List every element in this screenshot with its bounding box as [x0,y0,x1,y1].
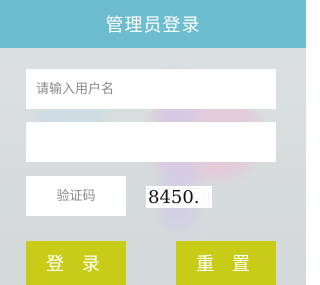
username-input[interactable] [26,69,276,109]
reset-button[interactable]: 重 置 [176,241,276,285]
page-title: 管理员登录 [105,15,201,36]
password-input[interactable] [26,122,276,162]
captcha-image[interactable]: 8450. [146,186,212,208]
captcha-text: 8450. [148,186,200,208]
login-panel: 管理员登录 8450. 登 录 重 置 [0,0,306,285]
login-button[interactable]: 登 录 [26,241,126,285]
captcha-input[interactable] [26,176,126,216]
login-header: 管理员登录 [0,0,306,48]
